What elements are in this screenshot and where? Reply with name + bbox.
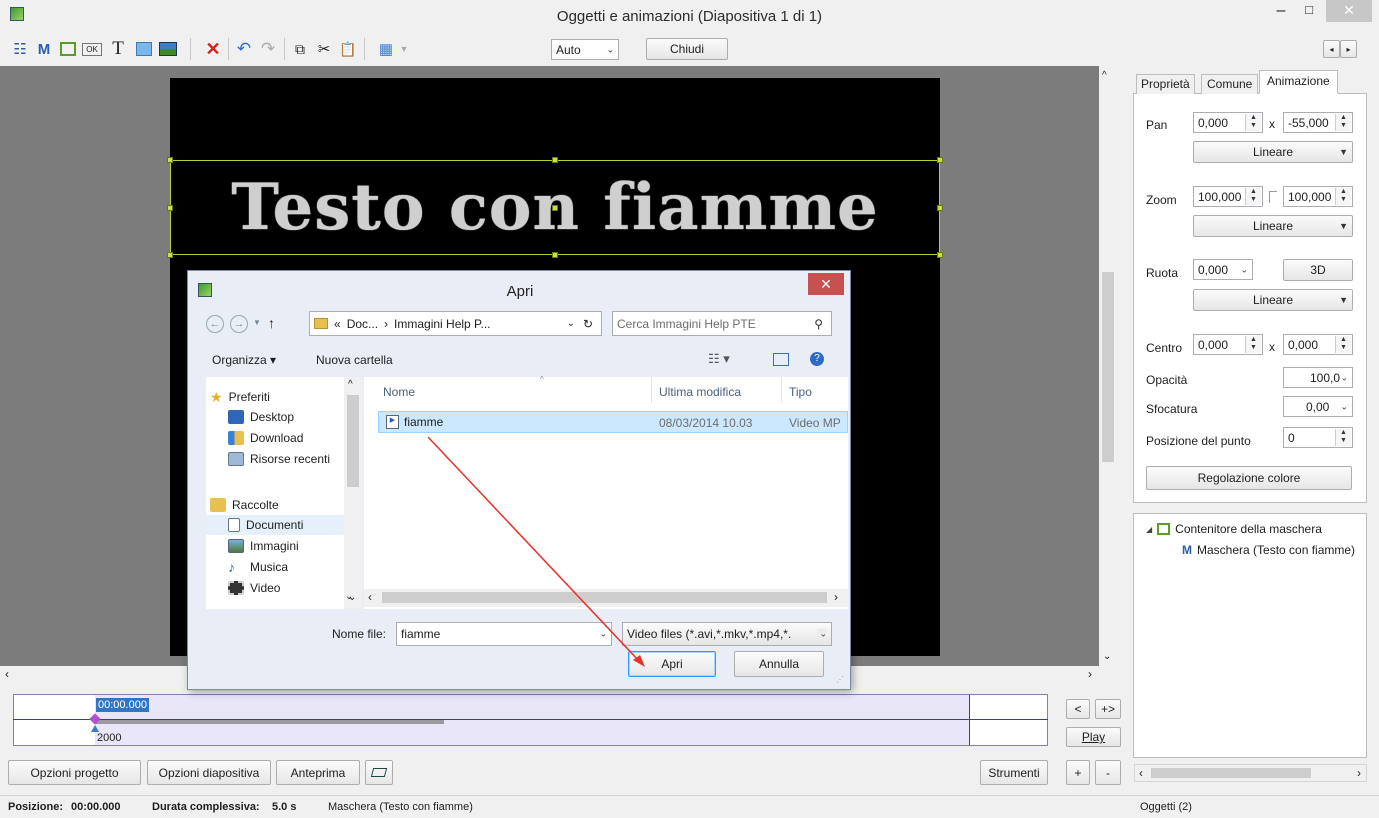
annotation-arrow-line bbox=[427, 436, 641, 663]
tab-animation[interactable]: Animazione bbox=[1259, 70, 1338, 94]
annotation-arrow bbox=[427, 436, 645, 667]
